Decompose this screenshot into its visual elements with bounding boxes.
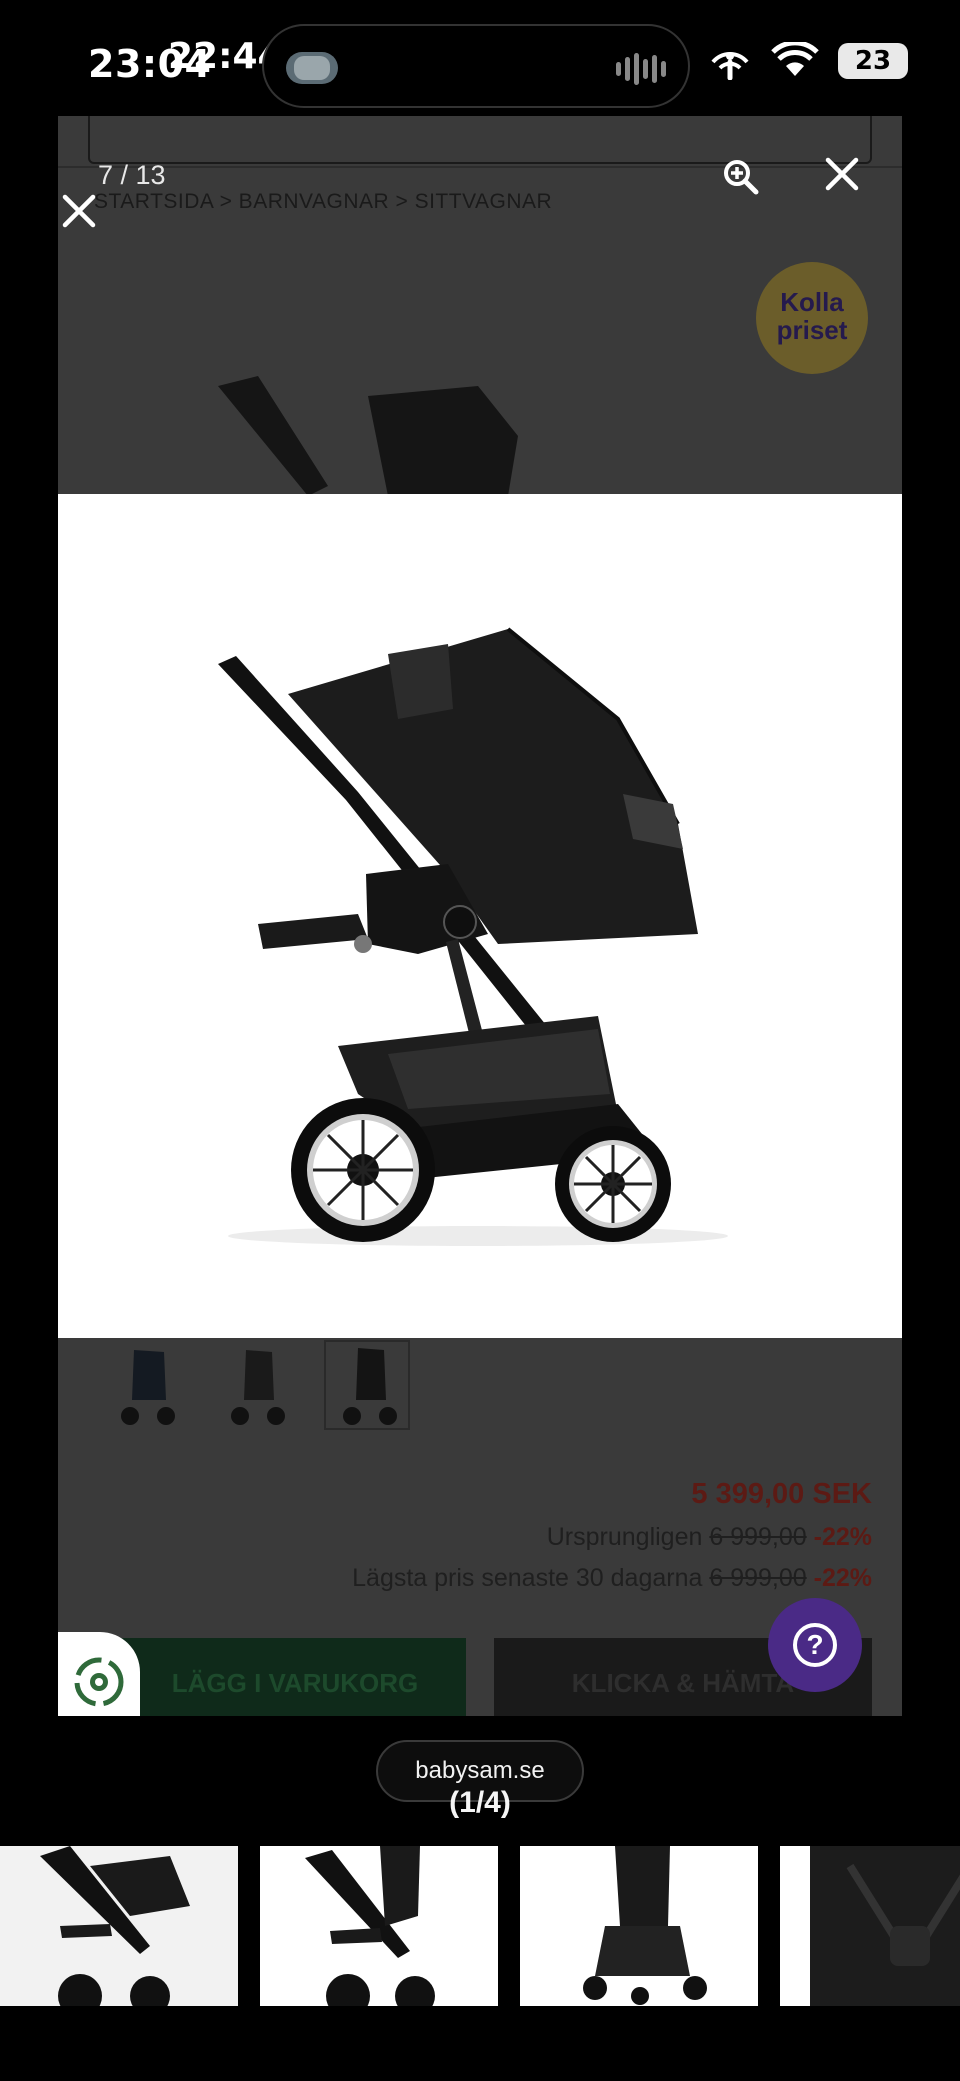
dynamic-island[interactable] [262, 24, 690, 108]
product-image[interactable] [58, 494, 902, 1338]
price-lowest-discount: -22% [813, 1564, 872, 1592]
page-thumbnail-active [324, 1340, 410, 1430]
thumbnail-2[interactable] [260, 1846, 498, 2006]
price-lowest-value: 6 999,00 [709, 1564, 807, 1592]
price-current: 5 399,00 SEK [691, 1478, 872, 1510]
product-image-partial [218, 376, 518, 496]
price-lowest-label: Lägsta pris senaste 30 dagarna [352, 1564, 703, 1592]
battery-indicator: 23 [838, 43, 908, 79]
stroller-illustration [218, 627, 728, 1246]
image-counter: 7 / 13 [98, 160, 166, 190]
price-original-label: Ursprungligen [546, 1523, 703, 1551]
page-divider [58, 166, 902, 168]
audio-wave-icon [616, 52, 666, 86]
viewer-close-icon[interactable] [60, 192, 98, 230]
page-search-field [88, 116, 872, 164]
price-lowest-line: Lägsta pris senaste 30 dagarna 6 999,00 … [352, 1564, 872, 1593]
recycle-icon[interactable] [58, 1632, 140, 1716]
page-indicator: (1/4) [449, 1786, 511, 1819]
price-block: 5 399,00 SEK Ursprungligen 6 999,00 -22%… [352, 1478, 872, 1593]
cellular-signal-icon [711, 51, 749, 80]
lightbox-close-icon[interactable] [822, 154, 862, 194]
help-button[interactable]: ? [768, 1598, 862, 1692]
thumbnail-1[interactable] [0, 1846, 238, 2006]
price-original-discount: -22% [813, 1523, 872, 1551]
wifi-icon [771, 42, 819, 76]
image-thumbnail-strip[interactable] [0, 1846, 960, 2006]
page-thumbnail [214, 1340, 300, 1430]
thumbnail-3[interactable] [520, 1846, 758, 2006]
zoom-in-icon[interactable] [722, 158, 760, 196]
kolla-priset-badge: Kolla priset [756, 262, 868, 374]
island-avatar [286, 52, 338, 84]
page-thumbnails [104, 1340, 410, 1430]
price-original-value: 6 999,00 [709, 1523, 807, 1551]
page-thumbnail [104, 1340, 190, 1430]
price-original-line: Ursprungligen 6 999,00 -22% [352, 1523, 872, 1552]
thumbnail-4[interactable] [780, 1846, 960, 2006]
question-icon: ? [793, 1623, 837, 1667]
breadcrumb: STARTSIDA > BARNVAGNAR > SITTVAGNAR [94, 190, 553, 213]
status-icons: 23 [708, 42, 908, 80]
